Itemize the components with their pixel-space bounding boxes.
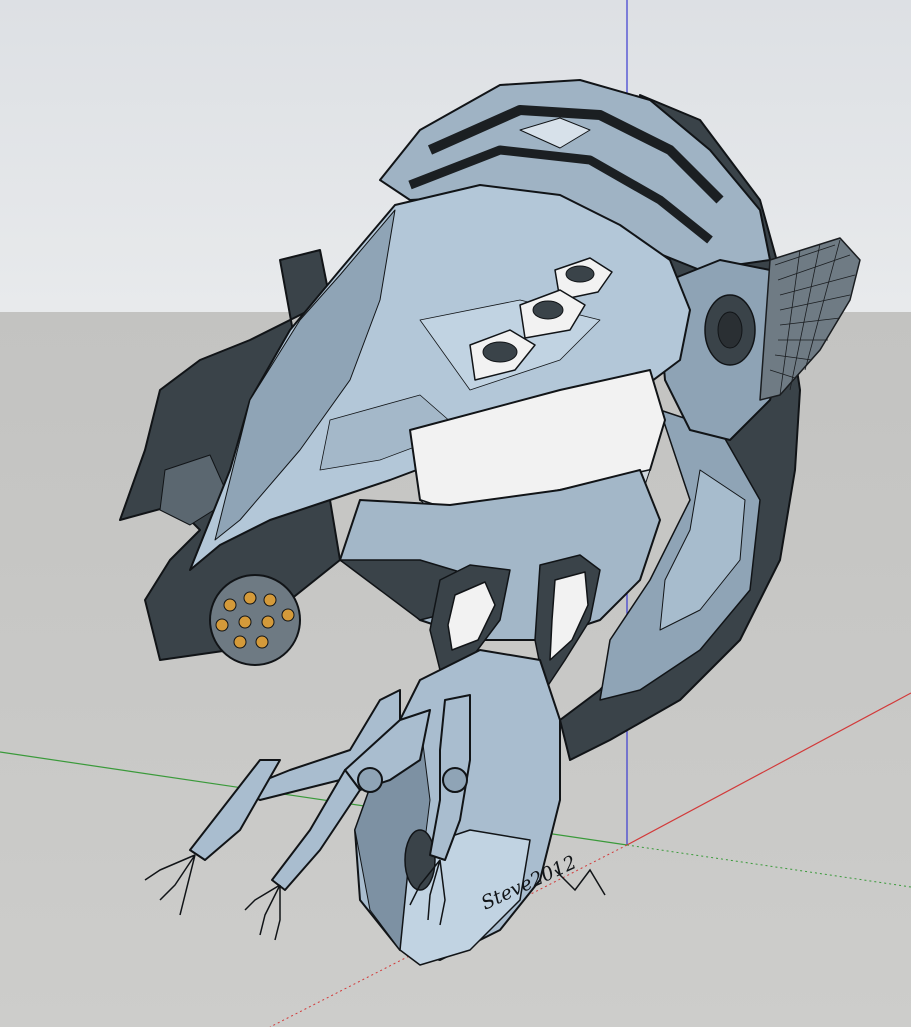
neck-port	[404, 829, 436, 891]
arm-1-lower	[189, 759, 281, 861]
red-axis	[626, 692, 911, 846]
ball-turret	[209, 574, 301, 666]
sketchup-viewport[interactable]: Steve2012	[0, 0, 911, 1027]
side-turbine-hub	[717, 311, 743, 349]
spaceship-model[interactable]	[119, 79, 861, 966]
radar-dish	[759, 237, 861, 401]
green-axis-dotted	[626, 844, 911, 888]
scene-canvas[interactable]: Steve2012	[0, 0, 911, 1027]
